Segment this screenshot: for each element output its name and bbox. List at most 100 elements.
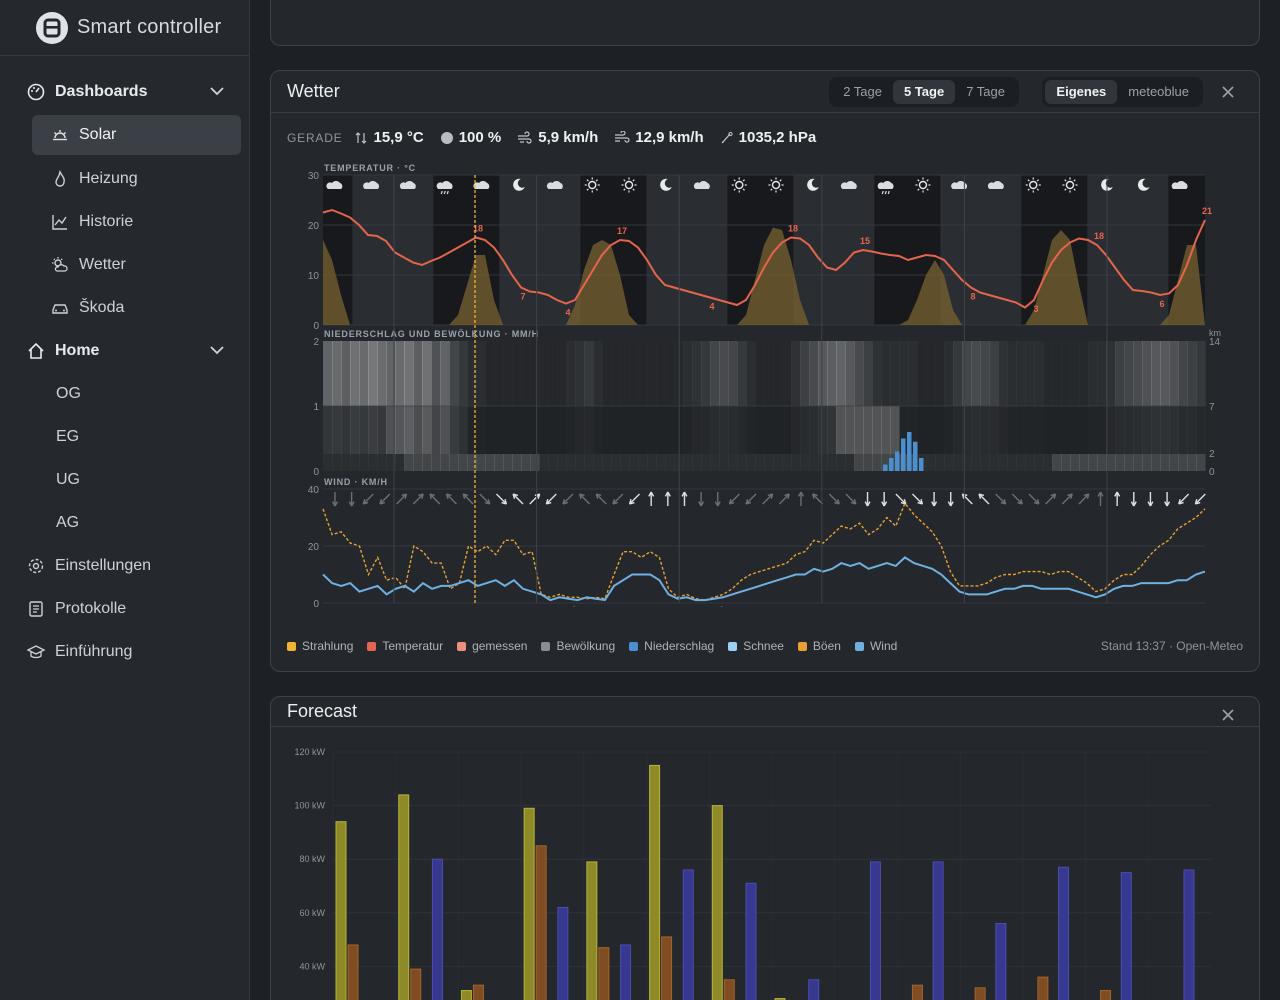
cloud-cover-high: [647, 341, 657, 406]
y-tick-label: 40 kW: [299, 961, 325, 971]
cloud-cover-low: [827, 454, 837, 471]
cloud-cover-low: [665, 454, 675, 471]
nav-item-label: EG: [56, 427, 80, 445]
forecast-bar: [472, 984, 484, 1000]
nav-settings[interactable]: Einstellungen: [0, 544, 249, 587]
now-wind-value: 5,9 km/h: [538, 129, 599, 146]
cloud-cover-low: [836, 454, 846, 471]
wind-direction-arrow: [845, 493, 857, 505]
legend-item[interactable]: gemessen: [457, 639, 527, 653]
temp-extreme-label: 7: [520, 292, 525, 302]
y-tick-label: 80 kW: [299, 854, 325, 864]
cloud-cover-mid: [521, 406, 531, 454]
cloud-cover-low: [656, 454, 666, 471]
forecast-bar: [523, 807, 535, 1000]
cloud-cover-high: [449, 341, 459, 406]
cloud-cover-mid: [845, 406, 855, 454]
cloud-cover-mid: [323, 406, 333, 454]
nav-item-ag[interactable]: AG: [0, 501, 249, 544]
cloud-cover-low: [575, 454, 585, 471]
cloud-cover-mid: [926, 406, 936, 454]
wind-direction-arrow: [512, 493, 524, 505]
source-meteoblue[interactable]: meteoblue: [1117, 80, 1200, 104]
forecast-bar: [410, 968, 422, 1000]
wind-direction-arrow: [745, 493, 757, 505]
nav-item-solar[interactable]: Solar: [32, 115, 241, 155]
cloud-cover-high: [548, 341, 558, 406]
precip-bar: [895, 451, 900, 471]
forecast-bar: [335, 821, 347, 1000]
nav-dashboards[interactable]: Dashboards: [0, 70, 249, 113]
cloud-cover-low: [701, 454, 711, 471]
cloud-cover-mid: [476, 406, 486, 454]
cloud-cover-high: [935, 341, 945, 406]
cloud-cover-mid: [728, 406, 738, 454]
legend-item[interactable]: Bewölkung: [541, 639, 615, 653]
nav-item-heizung[interactable]: Heizung: [0, 157, 249, 200]
legend-label: Niederschlag: [644, 639, 715, 653]
nav-item-og[interactable]: OG: [0, 372, 249, 415]
nav-item-eg[interactable]: EG: [0, 415, 249, 458]
forecast-bar: [557, 906, 569, 1000]
cloud-cover-low: [1088, 454, 1098, 471]
car-icon: [51, 299, 69, 317]
cloud-cover-high: [539, 341, 549, 406]
brand[interactable]: Smart controller: [0, 0, 249, 56]
legend-item[interactable]: Wind: [854, 639, 897, 653]
legend-swatch: [728, 641, 738, 651]
source-eigenes[interactable]: Eigenes: [1045, 80, 1118, 104]
range-5-days[interactable]: 5 Tage: [892, 80, 956, 104]
legend-item[interactable]: Temperatur: [367, 639, 443, 653]
legend-item[interactable]: Schnee: [728, 639, 784, 653]
forecast-bar: [586, 861, 598, 1000]
cloud-cover-high: [440, 341, 450, 406]
close-icon[interactable]: [1221, 708, 1235, 722]
temp-extreme-label: 21: [1202, 206, 1212, 216]
chevron-down-icon[interactable]: [209, 83, 225, 99]
weather-chart[interactable]: 0102030TEMPERATUR · °C187417418158318621…: [287, 159, 1245, 607]
cloud-cover-low: [854, 454, 864, 471]
tick-label: 20: [308, 542, 320, 553]
nav-item-skoda[interactable]: Škoda: [0, 286, 249, 329]
cloud-cover-mid: [539, 406, 549, 454]
cloud-cover-low: [962, 454, 972, 471]
sidebar: Smart controller Dashboards Solar Heizun…: [0, 0, 250, 1000]
nav-item-historie[interactable]: Historie: [0, 200, 249, 243]
nav-intro[interactable]: Einführung: [0, 630, 249, 673]
chevron-down-icon[interactable]: [209, 342, 225, 358]
nav-item-wetter[interactable]: Wetter: [0, 243, 249, 286]
legend-item[interactable]: Strahlung: [287, 639, 353, 653]
cloud-cover-high: [1016, 341, 1026, 406]
nav-settings-label: Einstellungen: [55, 556, 152, 574]
range-7-days[interactable]: 7 Tage: [955, 80, 1016, 104]
cloud-cover-mid: [1187, 406, 1197, 454]
wind-direction-arrow: [429, 493, 441, 505]
cloud-cover-low: [458, 454, 468, 471]
cloud-cover-low: [728, 454, 738, 471]
y-tick-label: 100 kW: [294, 801, 325, 811]
day-label: Fr 25.: [1005, 605, 1033, 607]
cloud-cover-mid: [440, 406, 450, 454]
nav-home[interactable]: Home: [0, 329, 249, 372]
nav-logs[interactable]: Protokolle: [0, 587, 249, 630]
cloud-cover-high: [989, 341, 999, 406]
wind-direction-arrow: [812, 493, 824, 505]
cloud-cover-mid: [872, 406, 882, 454]
nav-item-ug[interactable]: UG: [0, 458, 249, 501]
cloud-cover-mid: [1070, 406, 1080, 454]
forecast-chart[interactable]: 120 kW 100 kW 80 kW 60 kW 40 kW: [271, 728, 1259, 1000]
legend-item[interactable]: Niederschlag: [629, 639, 714, 653]
cloud-cover-low: [521, 454, 531, 471]
cloud-cover-low: [773, 454, 783, 471]
cloud-cover-mid: [1115, 406, 1125, 454]
legend-item[interactable]: Böen: [797, 639, 841, 653]
cloud-cover-high: [881, 341, 891, 406]
range-2-days[interactable]: 2 Tage: [832, 80, 893, 104]
cloud-cover-low: [944, 454, 954, 471]
cloud-cover-low: [863, 454, 873, 471]
wind-direction-arrow: [396, 493, 408, 505]
close-icon[interactable]: [1221, 85, 1235, 99]
cloud-cover-low: [1196, 454, 1206, 471]
cloud-cover-high: [377, 341, 387, 406]
cloud-cover-high: [323, 341, 333, 406]
